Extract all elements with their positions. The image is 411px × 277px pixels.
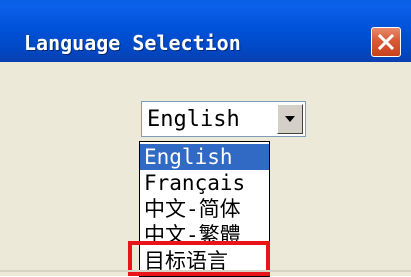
list-item-francais[interactable]: Français	[140, 170, 269, 196]
language-combobox[interactable]: English	[141, 101, 306, 137]
combobox-dropdown-button[interactable]	[277, 104, 303, 134]
list-item-english[interactable]: English	[140, 144, 269, 170]
language-dropdown-list[interactable]: English Français 中文-简体 中文-繁體 目标语言	[139, 141, 270, 277]
title-bar[interactable]: Language Selection	[0, 0, 411, 62]
close-button[interactable]	[371, 27, 401, 57]
window-title: Language Selection	[24, 31, 241, 55]
window-bottom-edge	[0, 270, 411, 272]
list-item-chinese-simplified[interactable]: 中文-简体	[140, 196, 269, 222]
combobox-value: English	[147, 107, 240, 132]
list-item-chinese-traditional[interactable]: 中文-繁體	[140, 222, 269, 248]
close-icon	[377, 33, 395, 51]
chevron-down-icon	[285, 116, 295, 122]
language-selection-window: Language Selection English English Franç…	[0, 0, 411, 277]
